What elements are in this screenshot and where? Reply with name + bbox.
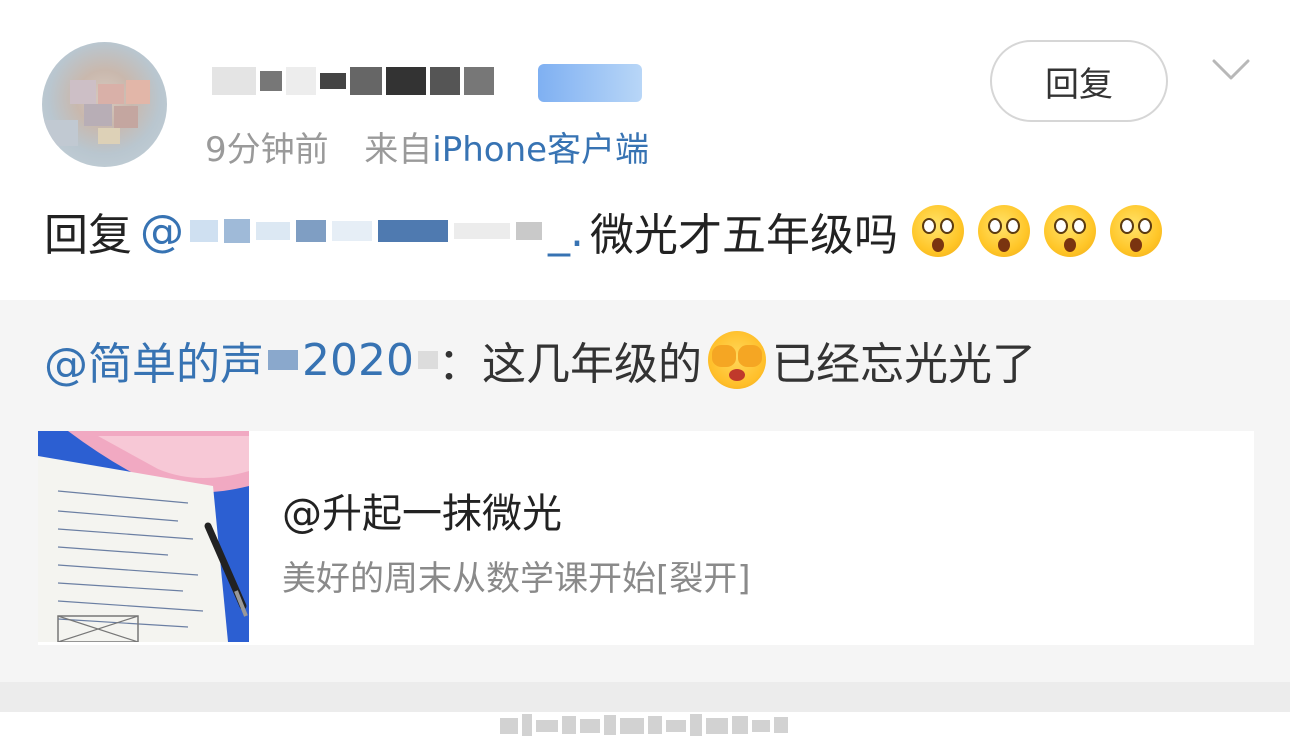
mention-at[interactable]: @ — [140, 206, 184, 257]
section-divider — [0, 682, 1290, 712]
quote-text-a: ：这几年级的 — [437, 339, 702, 390]
comment-meta: 9分钟前 来自iPhone客户端 — [205, 122, 649, 171]
shocked-face-emoji — [1044, 205, 1096, 257]
chevron-down-icon[interactable] — [1212, 58, 1250, 82]
reply-button-label: 回复 — [1045, 64, 1113, 105]
mention-redacted — [268, 350, 298, 370]
comment-text: 回复 @ _. 微光才五年级吗 — [44, 200, 1162, 262]
username-redacted[interactable] — [212, 56, 494, 106]
comment-body: 微光才五年级吗 — [590, 210, 898, 261]
mention-redacted[interactable] — [190, 219, 542, 243]
quoted-comment-text: @简单的声 2020 ：这几年级的 已经忘光光了 — [44, 330, 1036, 390]
shocked-face-emoji — [978, 205, 1030, 257]
comment-source-prefix: 来自 — [364, 130, 433, 170]
avatar[interactable] — [42, 42, 167, 167]
post-thumbnail — [38, 431, 249, 642]
reply-prefix: 回复 — [44, 210, 132, 261]
card-description: 美好的周末从数学课开始[裂开] — [282, 559, 751, 599]
reply-button[interactable]: 回复 — [990, 40, 1168, 122]
redacted-text-strip — [500, 714, 788, 736]
quote-mention[interactable]: @简单的声 — [44, 328, 264, 392]
linked-post-card[interactable]: @升起一抹微光 美好的周末从数学课开始[裂开] — [38, 431, 1254, 645]
comment-source[interactable]: iPhone客户端 — [432, 130, 649, 170]
comment-time: 9分钟前 — [205, 130, 329, 170]
quote-text-b: 已经忘光光了 — [771, 339, 1036, 390]
card-title: @升起一抹微光 — [282, 491, 562, 537]
quote-mention-year[interactable]: 2020 — [302, 335, 414, 386]
vip-badge — [538, 64, 642, 102]
shocked-face-emoji — [912, 205, 964, 257]
hiding-face-emoji — [707, 331, 766, 389]
shocked-face-emoji — [1110, 205, 1162, 257]
mention-tail[interactable]: _. — [548, 206, 584, 257]
